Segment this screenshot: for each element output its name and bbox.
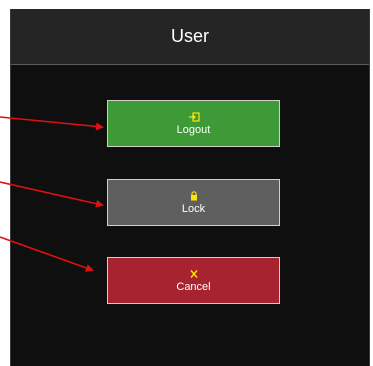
close-icon (189, 269, 198, 278)
lock-button[interactable]: Lock (107, 179, 280, 226)
logout-label: Logout (176, 123, 211, 136)
dialog-title: User (170, 26, 209, 46)
logout-icon (188, 111, 200, 122)
cancel-label: Cancel (176, 280, 211, 293)
screenshot-canvas: User Logout Lock Cancel (0, 0, 373, 366)
lock-icon (190, 190, 197, 200)
cancel-button[interactable]: Cancel (107, 257, 280, 304)
user-dialog: User Logout Lock Cancel (10, 9, 370, 366)
logout-button[interactable]: Logout (107, 100, 280, 147)
lock-label: Lock (181, 202, 206, 215)
dialog-header: User (11, 9, 369, 65)
